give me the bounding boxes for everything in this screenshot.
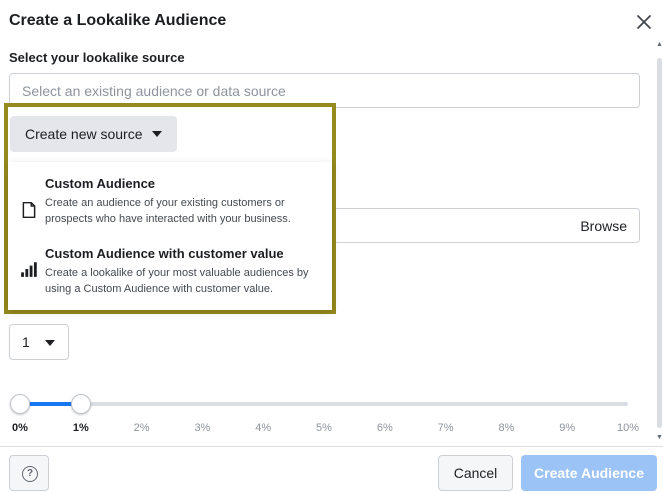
slider-tick-label: 0% [12, 422, 28, 434]
browse-button[interactable]: Browse [580, 218, 627, 234]
create-new-source-button[interactable]: Create new source [10, 116, 177, 152]
help-icon: ? [22, 466, 38, 482]
document-icon [22, 201, 36, 219]
caret-down-icon [45, 340, 55, 346]
slider-tick-label: 5% [316, 422, 332, 434]
scrollbar-thumb[interactable] [657, 58, 662, 428]
slider-tick-label: 10% [616, 422, 640, 434]
slider-tick-label: 4% [255, 422, 272, 434]
caret-down-icon [152, 131, 162, 137]
bar-chart-icon [21, 262, 37, 277]
cancel-button[interactable]: Cancel [438, 455, 513, 491]
audience-count-value: 1 [22, 334, 30, 350]
slider-end-handle[interactable] [70, 394, 91, 414]
slider-tick-label: 3% [194, 422, 211, 434]
create-audience-button[interactable]: Create Audience [521, 455, 657, 491]
menu-item-custom-audience-value[interactable]: Custom Audience with customer value Crea… [8, 244, 332, 306]
menu-item-title: Custom Audience [45, 176, 156, 191]
close-icon[interactable] [636, 14, 652, 30]
slider-start-handle[interactable] [10, 394, 30, 414]
help-button[interactable]: ? [9, 455, 49, 491]
menu-item-description: Create a lookalike of your most valuable… [45, 267, 309, 295]
slider-tick-label: 8% [498, 422, 515, 434]
slider-tick-label: 7% [437, 422, 454, 434]
source-menu: Custom Audience Create an audience of yo… [8, 162, 332, 310]
slider-tick-label: 9% [559, 422, 576, 434]
menu-item-description: Create an audience of your existing cust… [45, 197, 291, 225]
dialog-title: Create a Lookalike Audience [9, 12, 227, 29]
menu-item-custom-audience[interactable]: Custom Audience Create an audience of yo… [8, 174, 332, 238]
slider-tick-label: 6% [376, 422, 393, 434]
location-field[interactable]: Browse [330, 208, 640, 243]
create-new-source-label: Create new source [25, 126, 143, 142]
audience-size-slider[interactable] [20, 402, 628, 406]
menu-item-title: Custom Audience with customer value [45, 246, 284, 261]
slider-tick-label: 1% [72, 422, 89, 434]
slider-tick-label: 2% [133, 422, 150, 434]
audience-count-select[interactable]: 1 [9, 324, 69, 360]
source-label: Select your lookalike source [9, 50, 185, 65]
scroll-down-icon[interactable]: ▼ [656, 434, 663, 441]
scroll-up-icon[interactable]: ▲ [656, 41, 663, 48]
